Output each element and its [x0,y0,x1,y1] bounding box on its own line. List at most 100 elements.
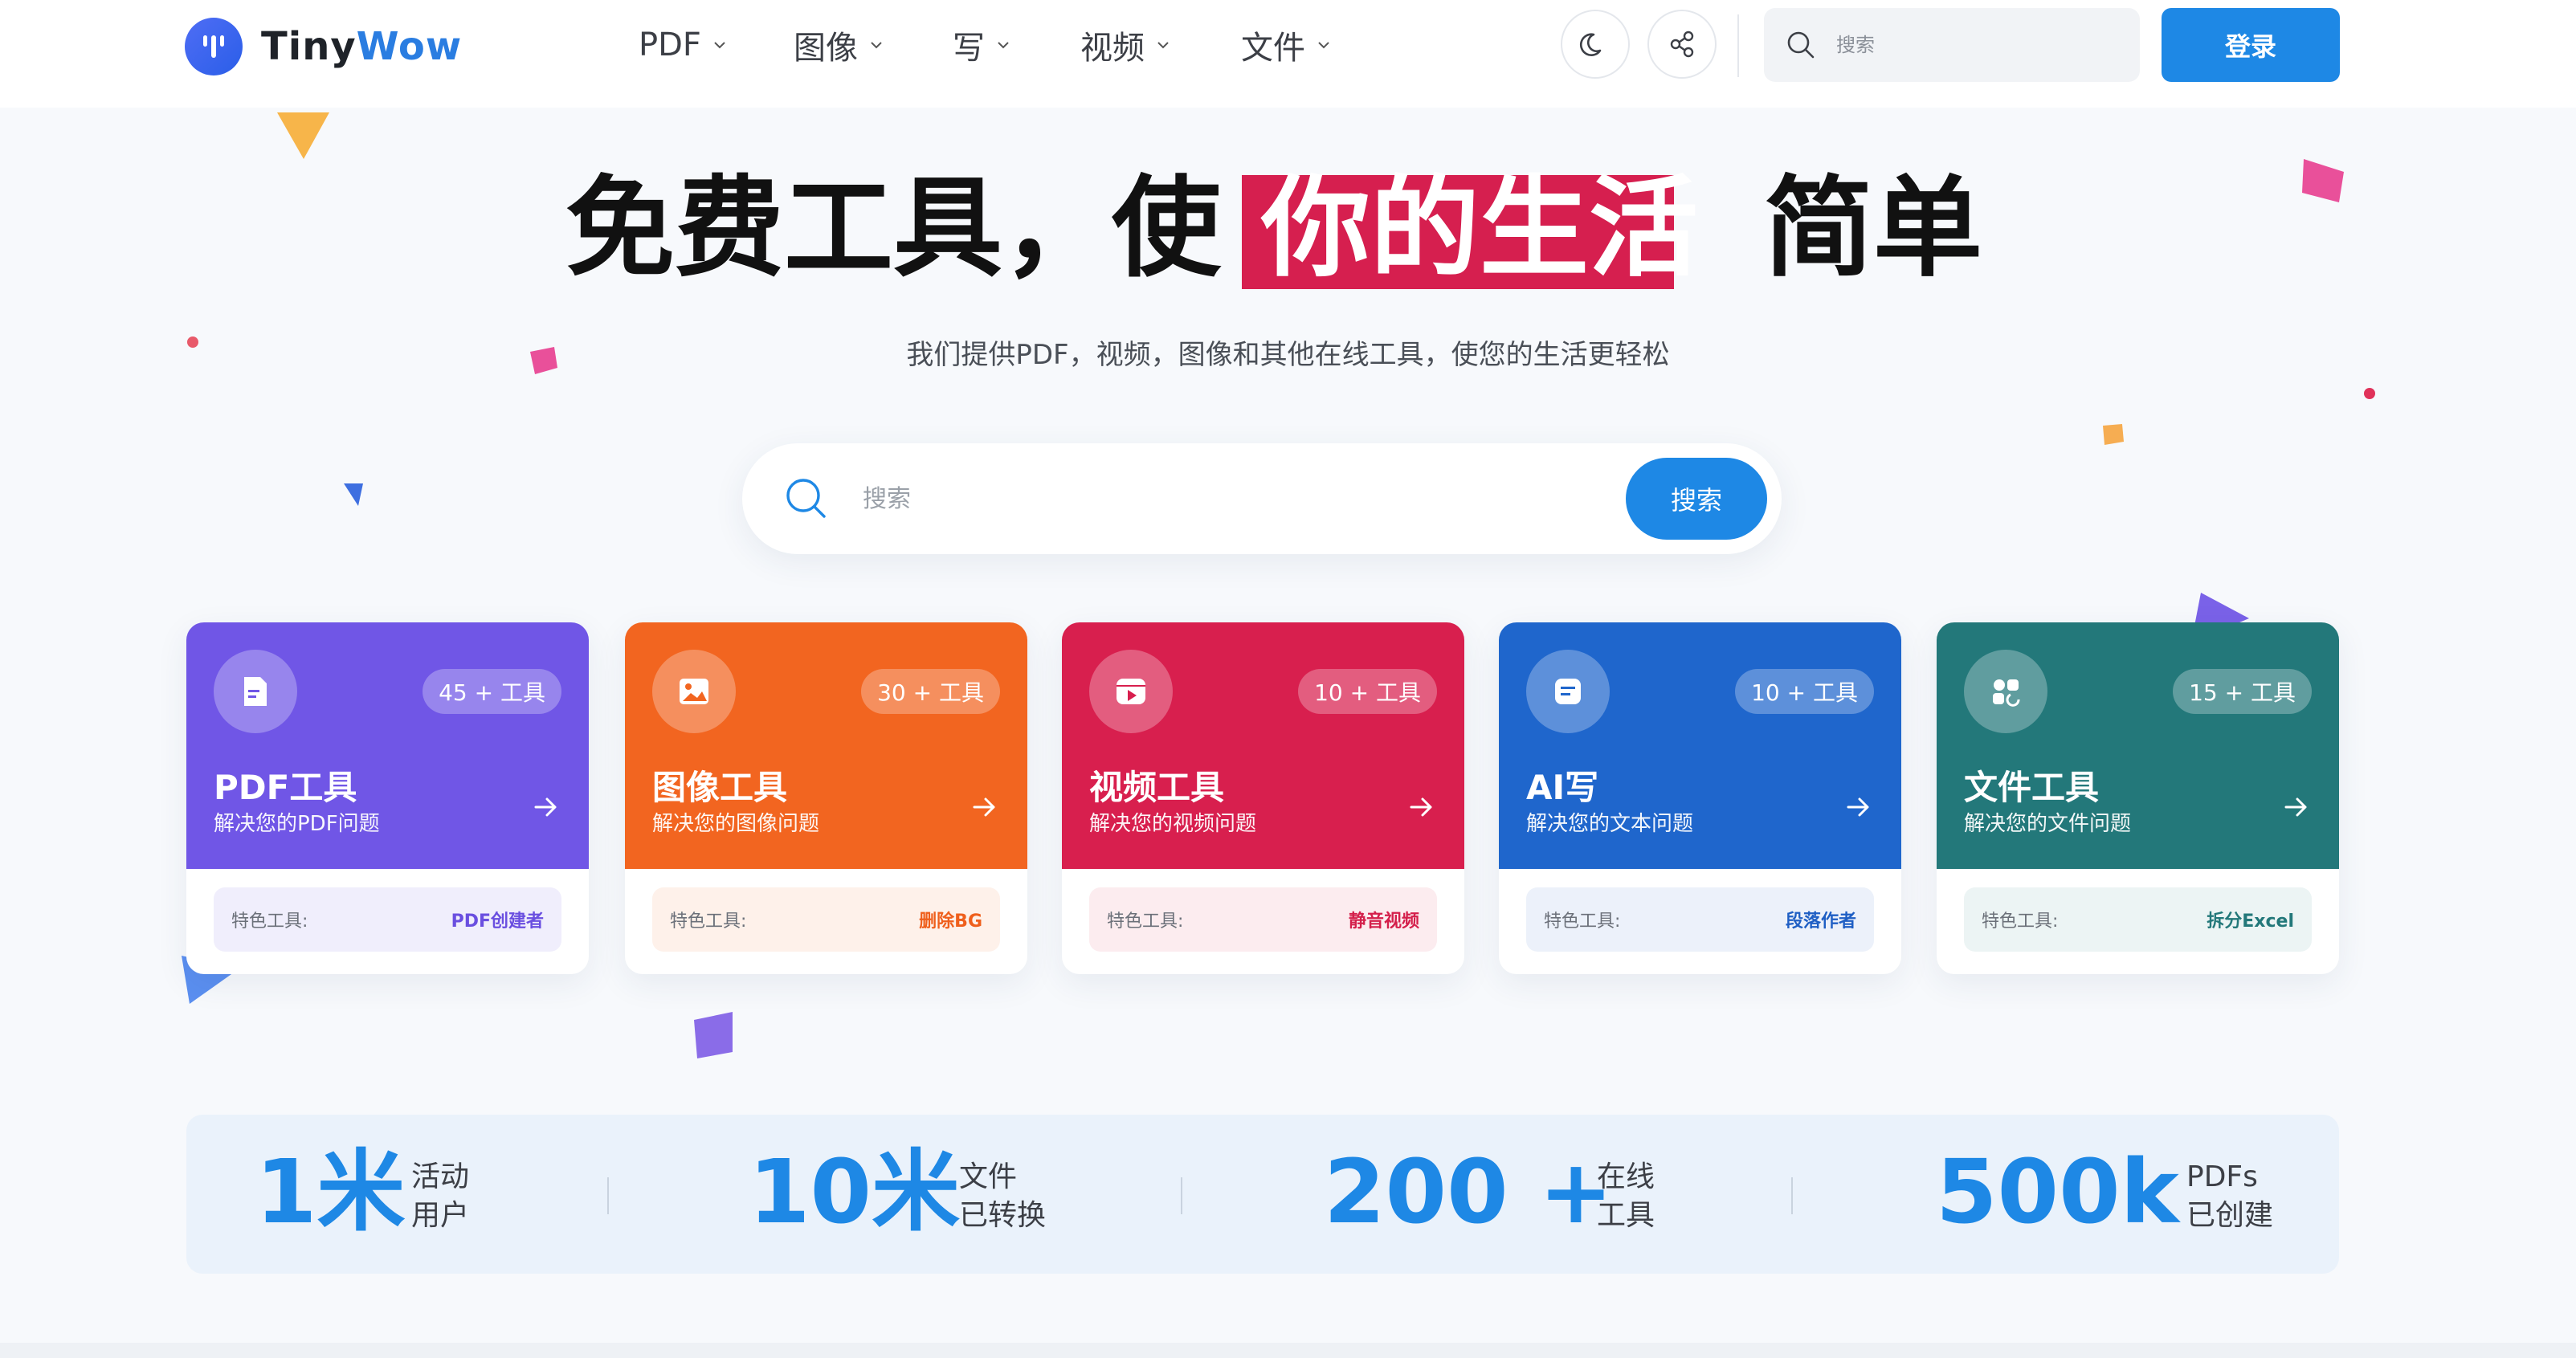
nav-item-write[interactable]: 写 [953,22,1010,67]
file-tools-icon [1964,650,2047,733]
chevron-down-icon [1157,42,1169,49]
stats-bar: 1米 活动 用户 10米 文件 已转换 200 + 在线 工具 500k PDF… [186,1115,2339,1274]
share-icon [1670,31,1694,58]
main-search-box[interactable]: 搜索 [742,443,1782,554]
stat-online-tools-label: 在线 工具 [1597,1158,1655,1235]
featured-tool-label: 特色工具: [1107,911,1184,932]
card-header: 15 + 工具 文件工具 解决您的文件问题 [1937,622,2339,869]
featured-tool[interactable]: 特色工具: PDF创建者 [214,887,561,952]
card-header: 10 + 工具 视频工具 解决您的视频问题 [1062,622,1464,869]
search-icon [1787,31,1815,59]
featured-tool-name[interactable]: PDF创建者 [451,907,544,932]
card-title: AI写 [1526,768,1599,807]
arrow-right-icon[interactable] [529,791,561,823]
stat-label-line1: 文件 [959,1160,1018,1193]
stat-label-line2: 已创建 [2186,1199,2274,1232]
card-subtitle: 解决您的视频问题 [1089,812,1257,836]
brand-name[interactable]: TinyWow [261,24,462,69]
stat-label-line2: 已转换 [959,1199,1047,1232]
nav-label: 图像 [794,30,858,67]
stat-active-users-value: 1米 [255,1140,406,1243]
stat-label-line1: 活动 [411,1160,470,1193]
card-title: 视频工具 [1089,768,1225,807]
card-subtitle: 解决您的文件问题 [1964,812,2132,836]
stat-label-line1: PDFs [2186,1160,2258,1193]
nav-item-file[interactable]: 文件 [1241,22,1331,67]
video-icon [1089,650,1173,733]
card-header: 10 + 工具 AI写 解决您的文本问题 [1499,622,1901,869]
stat-online-tools-value: 200 + [1324,1140,1614,1243]
stat-pdfs-created-label: PDFs 已创建 [2186,1158,2273,1235]
category-card-image[interactable]: 30 + 工具 图像工具 解决您的图像问题 特色工具: 删除BG [625,622,1027,974]
image-icon [652,650,736,733]
chevron-down-icon [871,42,882,49]
moon-icon [1579,33,1602,56]
featured-tool-label: 特色工具: [231,911,308,932]
nav-label: PDF [639,27,701,63]
stat-label-line1: 在线 [1597,1160,1655,1193]
main-search-input[interactable] [861,483,1587,514]
featured-tool-label: 特色工具: [670,911,747,932]
stat-files-converted-label: 文件 已转换 [959,1158,1046,1235]
header-search-box[interactable] [1764,8,2140,82]
category-card-video[interactable]: 10 + 工具 视频工具 解决您的视频问题 特色工具: 静音视频 [1062,622,1464,974]
arrow-right-icon[interactable] [2280,791,2312,823]
stat-files-converted-value: 10米 [749,1140,961,1243]
arrow-right-icon[interactable] [968,791,1000,823]
tinywow-logo-icon[interactable] [185,18,243,75]
featured-tool[interactable]: 特色工具: 静音视频 [1089,887,1437,952]
card-header: 45 + 工具 PDF工具 解决您的PDF问题 [186,622,589,869]
chevron-down-icon [714,42,725,49]
featured-tool-name[interactable]: 删除BG [919,907,982,932]
featured-tool-name[interactable]: 拆分Excel [2207,907,2294,932]
card-title: 图像工具 [652,768,788,807]
nav-label: 写 [953,30,985,67]
hero-subtitle: 我们提供PDF，视频，图像和其他在线工具，使您的生活更轻松 [906,339,1670,371]
card-header: 30 + 工具 图像工具 解决您的图像问题 [625,622,1027,869]
search-icon [786,479,826,518]
nav-item-video[interactable]: 视频 [1080,22,1170,67]
stat-active-users-label: 活动 用户 [411,1158,469,1235]
header-search-input[interactable] [1835,33,2103,57]
brand-name-part2: Wow [356,24,463,69]
hero-title-highlight: 你的生活 [1261,165,1698,292]
hero-title-part1: 免费工具，使 [565,165,1221,292]
chevron-down-icon [998,42,1009,49]
featured-tool[interactable]: 特色工具: 删除BG [652,887,1000,952]
featured-tool[interactable]: 特色工具: 拆分Excel [1964,887,2312,952]
featured-tool-label: 特色工具: [1544,911,1621,932]
main-search-button[interactable]: 搜索 [1626,458,1767,540]
tool-count-badge: 10 + 工具 [1298,669,1437,714]
share-button[interactable] [1647,10,1717,79]
category-card-ai-write[interactable]: 10 + 工具 AI写 解决您的文本问题 特色工具: 段落作者 [1499,622,1901,974]
pdf-file-icon [214,650,297,733]
card-subtitle: 解决您的PDF问题 [214,812,380,836]
category-card-pdf[interactable]: 45 + 工具 PDF工具 解决您的PDF问题 特色工具: PDF创建者 [186,622,589,974]
arrow-right-icon[interactable] [1405,791,1437,823]
theme-toggle-button[interactable] [1561,10,1630,79]
category-card-file[interactable]: 15 + 工具 文件工具 解决您的文件问题 特色工具: 拆分Excel [1937,622,2339,974]
nav-label: 视频 [1080,30,1145,67]
header-divider [1737,14,1739,77]
featured-tool[interactable]: 特色工具: 段落作者 [1526,887,1874,952]
tool-count-badge: 15 + 工具 [2173,669,2312,714]
stat-label-line2: 工具 [1597,1199,1655,1232]
card-subtitle: 解决您的文本问题 [1526,812,1694,836]
chevron-down-icon [1318,42,1329,49]
stat-divider [607,1177,609,1214]
brand-name-part1: Tiny [261,24,357,69]
stat-divider [1181,1177,1182,1214]
nav-item-image[interactable]: 图像 [794,22,884,67]
arrow-right-icon[interactable] [1842,791,1874,823]
nav-item-pdf[interactable]: PDF [639,22,727,67]
card-subtitle: 解决您的图像问题 [652,812,820,836]
stat-label-line2: 用户 [411,1199,470,1232]
tool-count-badge: 45 + 工具 [423,669,561,714]
featured-tool-name[interactable]: 静音视频 [1349,907,1419,932]
featured-tool-name[interactable]: 段落作者 [1786,907,1856,932]
card-title: PDF工具 [214,768,357,807]
ai-write-icon [1526,650,1610,733]
stat-divider [1791,1177,1793,1214]
login-button[interactable]: 登录 [2162,8,2340,82]
tool-count-badge: 10 + 工具 [1735,669,1874,714]
